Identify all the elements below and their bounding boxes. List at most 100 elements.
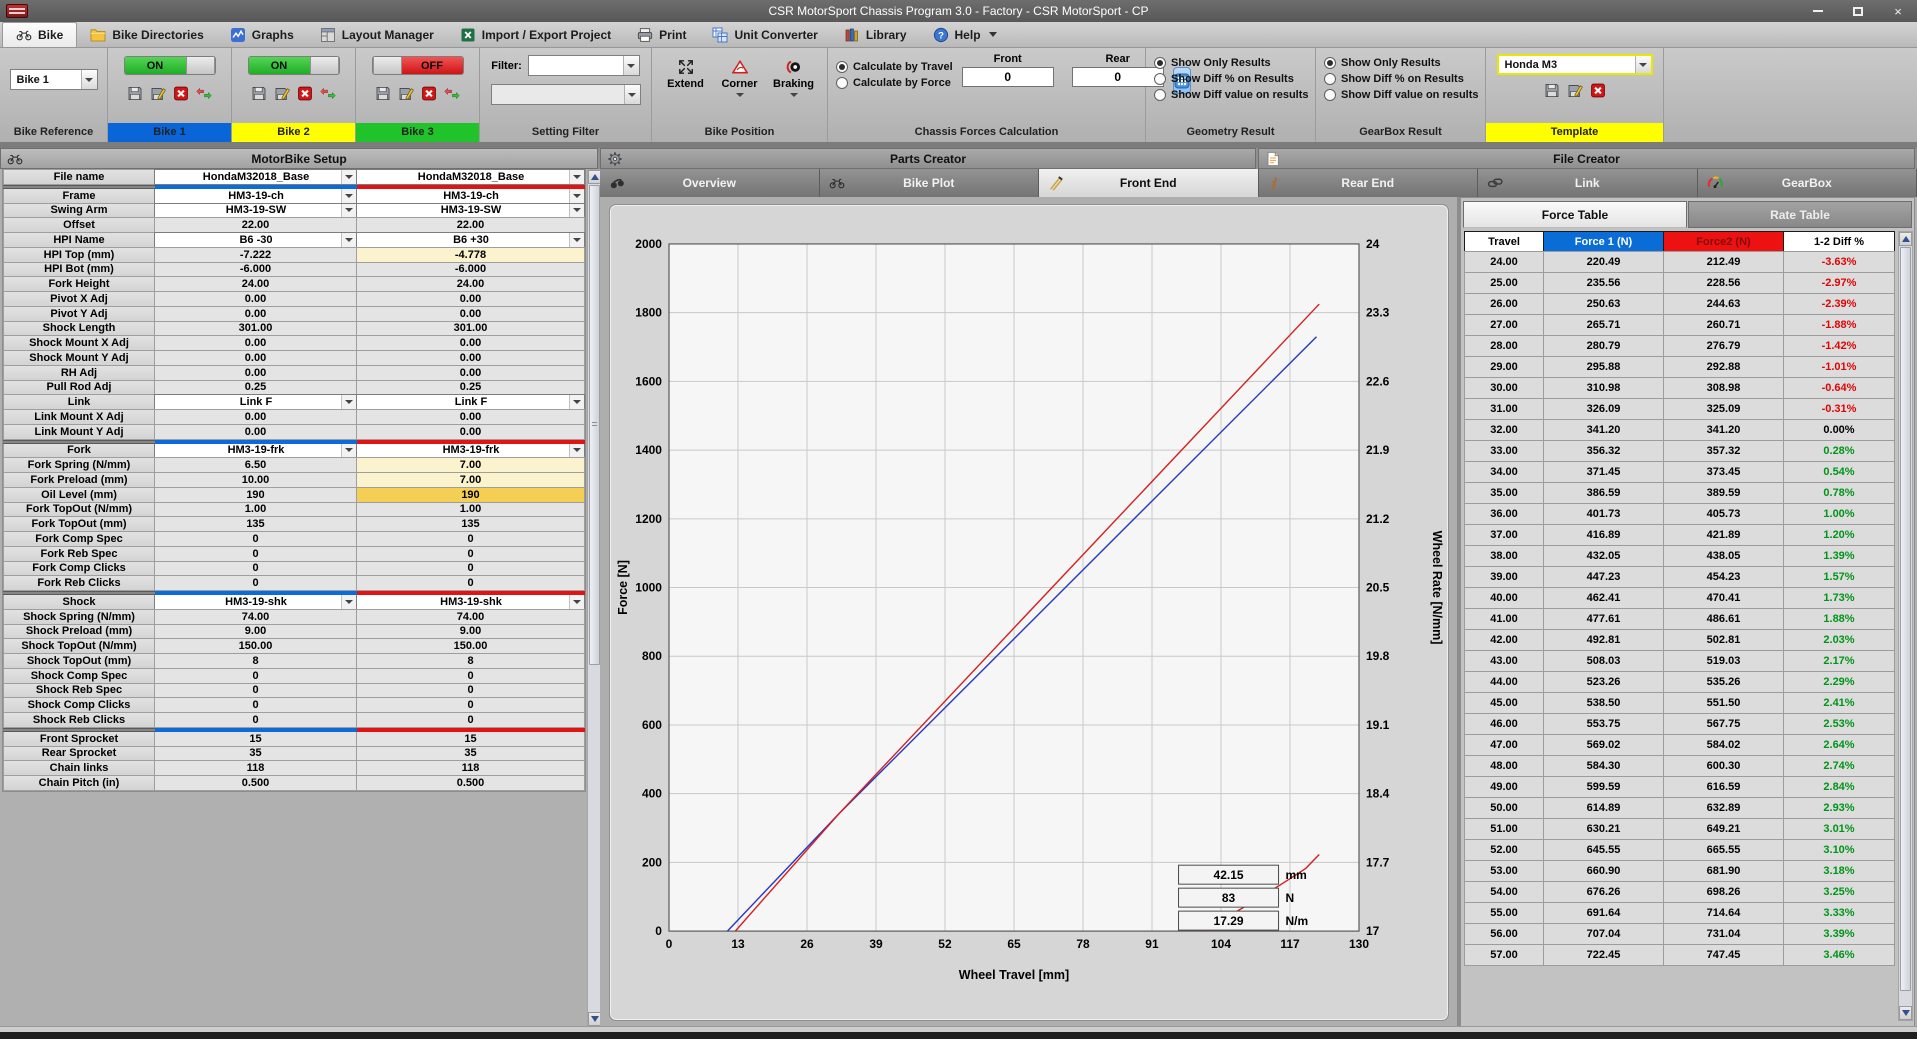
- minimize-button[interactable]: [1805, 3, 1831, 19]
- setup-value-hpi-bot-mm-bike1[interactable]: -6.000: [154, 262, 357, 278]
- setup-value-fork-preload-mm-bike1[interactable]: 10.00: [154, 472, 357, 488]
- setup-value-shock-topout-n-mm-bike2[interactable]: 150.00: [356, 638, 585, 654]
- setup-dropdown-frame-bike2[interactable]: HM3-19-ch: [356, 188, 585, 204]
- setup-value-shock-comp-spec-bike1[interactable]: 0: [154, 668, 357, 684]
- setup-value-hpi-bot-mm-bike2[interactable]: -6.000: [356, 262, 585, 278]
- setup-value-offset-bike2[interactable]: 22.00: [356, 217, 585, 233]
- setup-value-pull-rod-adj-bike1[interactable]: 0.25: [154, 380, 357, 396]
- main-tab-file-creator[interactable]: File Creator: [1258, 148, 1915, 169]
- setup-value-rear-sprocket-bike2[interactable]: 35: [356, 746, 585, 762]
- setup-value-shock-reb-spec-bike2[interactable]: 0: [356, 683, 585, 699]
- view-tab-rear-end[interactable]: Rear End: [1259, 169, 1479, 197]
- scroll-down-icon[interactable]: [1899, 1006, 1912, 1020]
- setup-value-shock-reb-spec-bike1[interactable]: 0: [154, 683, 357, 699]
- setup-value-fork-preload-mm-bike2[interactable]: 7.00: [356, 472, 585, 488]
- setup-dropdown-frame-bike1[interactable]: HM3-19-ch: [154, 188, 357, 204]
- filter-select[interactable]: [528, 55, 640, 76]
- setup-value-shock-mount-x-adj-bike1[interactable]: 0.00: [154, 335, 357, 351]
- setup-value-oil-level-mm-bike1[interactable]: 190: [154, 487, 357, 503]
- setup-value-chain-pitch-in-bike2[interactable]: 0.500: [356, 775, 585, 791]
- setup-dropdown-swing-arm-bike1[interactable]: HM3-19-SW: [154, 203, 357, 219]
- chassis-radio-calculate-by-travel[interactable]: Calculate by Travel: [836, 61, 953, 73]
- maximize-button[interactable]: [1845, 3, 1871, 19]
- setup-value-fork-reb-clicks-bike1[interactable]: 0: [154, 575, 357, 591]
- delete-bike-1-button[interactable]: [173, 85, 189, 107]
- edit-template-button[interactable]: [1567, 82, 1583, 104]
- column-header-1-2-diff[interactable]: 1-2 Diff %: [1783, 231, 1895, 252]
- setup-value-fork-height-bike1[interactable]: 24.00: [154, 276, 357, 292]
- scrollbar-thumb[interactable]: [1900, 247, 1911, 991]
- setup-dropdown-file-name-bike1[interactable]: HondaM32018_Base: [154, 169, 357, 185]
- extend-button[interactable]: Extend: [659, 59, 713, 97]
- setup-dropdown-fork-bike1[interactable]: HM3-19-frk: [154, 443, 357, 459]
- gearbox-radio-show-diff-value-on-results[interactable]: Show Diff value on results: [1324, 89, 1479, 101]
- braking-button[interactable]: Braking: [767, 59, 821, 97]
- setup-value-shock-mount-x-adj-bike2[interactable]: 0.00: [356, 335, 585, 351]
- scrollbar-thumb[interactable]: [589, 185, 600, 665]
- edit-bike-1-button[interactable]: [150, 85, 166, 107]
- setup-dropdown-fork-bike2[interactable]: HM3-19-frk: [356, 443, 585, 459]
- setup-value-pull-rod-adj-bike2[interactable]: 0.25: [356, 380, 585, 396]
- setup-value-fork-topout-n-mm-bike1[interactable]: 1.00: [154, 502, 357, 518]
- setup-value-shock-preload-mm-bike2[interactable]: 9.00: [356, 624, 585, 640]
- setup-value-link-mount-y-adj-bike1[interactable]: 0.00: [154, 424, 357, 440]
- setup-value-front-sprocket-bike2[interactable]: 15: [356, 731, 585, 747]
- swap-bike-3-button[interactable]: [444, 85, 460, 107]
- setup-value-shock-topout-n-mm-bike1[interactable]: 150.00: [154, 638, 357, 654]
- menu-tab-library[interactable]: Library: [831, 22, 920, 47]
- swap-bike-2-button[interactable]: [320, 85, 336, 107]
- swap-bike-1-button[interactable]: [196, 85, 212, 107]
- bike-2-toggle[interactable]: ON: [248, 56, 340, 75]
- geometry-radio-show-diff-on-results[interactable]: Show Diff % on Results: [1154, 73, 1294, 85]
- menu-tab-layout-manager[interactable]: Layout Manager: [307, 22, 447, 47]
- menu-tab-unit-converter[interactable]: Unit Converter: [699, 22, 830, 47]
- filter-select-2[interactable]: [491, 84, 641, 105]
- setup-value-fork-comp-clicks-bike1[interactable]: 0: [154, 561, 357, 577]
- setup-value-fork-spring-n-mm-bike1[interactable]: 6.50: [154, 457, 357, 473]
- force-table-scrollbar[interactable]: [1898, 231, 1913, 1021]
- main-tab-parts-creator[interactable]: Parts Creator: [600, 148, 1256, 169]
- table-tab-rate-table[interactable]: Rate Table: [1688, 201, 1912, 228]
- setup-value-shock-length-bike1[interactable]: 301.00: [154, 321, 357, 337]
- menu-tab-help[interactable]: ?Help: [920, 22, 1010, 47]
- setup-value-link-mount-x-adj-bike2[interactable]: 0.00: [356, 409, 585, 425]
- setup-dropdown-file-name-bike2[interactable]: HondaM32018_Base: [356, 169, 585, 185]
- corner-button[interactable]: Corner: [713, 59, 767, 97]
- setup-value-shock-length-bike2[interactable]: 301.00: [356, 321, 585, 337]
- setup-value-shock-mount-y-adj-bike1[interactable]: 0.00: [154, 350, 357, 366]
- view-tab-front-end[interactable]: Front End: [1039, 169, 1259, 197]
- menu-tab-bike[interactable]: Bike: [2, 22, 77, 47]
- delete-template-button[interactable]: [1590, 82, 1606, 104]
- setup-value-shock-spring-n-mm-bike2[interactable]: 74.00: [356, 609, 585, 625]
- setup-dropdown-shock-bike1[interactable]: HM3-19-shk: [154, 594, 357, 610]
- setup-value-offset-bike1[interactable]: 22.00: [154, 217, 357, 233]
- setup-value-rh-adj-bike1[interactable]: 0.00: [154, 365, 357, 381]
- setup-value-chain-pitch-in-bike1[interactable]: 0.500: [154, 775, 357, 791]
- template-select[interactable]: Honda M3: [1497, 54, 1653, 75]
- setup-value-fork-spring-n-mm-bike2[interactable]: 7.00: [356, 457, 585, 473]
- chassis-radio-calculate-by-force[interactable]: Calculate by Force: [836, 77, 951, 89]
- menu-tab-bike-directories[interactable]: Bike Directories: [77, 22, 216, 47]
- setup-value-chain-links-bike1[interactable]: 118: [154, 760, 357, 776]
- setup-value-pivot-x-adj-bike2[interactable]: 0.00: [356, 291, 585, 307]
- setup-value-shock-comp-clicks-bike2[interactable]: 0: [356, 697, 585, 713]
- setup-dropdown-swing-arm-bike2[interactable]: HM3-19-SW: [356, 203, 585, 219]
- setup-value-fork-height-bike2[interactable]: 24.00: [356, 276, 585, 292]
- setup-value-fork-topout-mm-bike2[interactable]: 135: [356, 516, 585, 532]
- column-header-travel[interactable]: Travel: [1464, 231, 1544, 252]
- menu-tab-graphs[interactable]: Graphs: [217, 22, 307, 47]
- setup-value-front-sprocket-bike1[interactable]: 15: [154, 731, 357, 747]
- setup-value-pivot-y-adj-bike1[interactable]: 0.00: [154, 306, 357, 322]
- setup-dropdown-shock-bike2[interactable]: HM3-19-shk: [356, 594, 585, 610]
- setup-value-shock-reb-clicks-bike2[interactable]: 0: [356, 712, 585, 728]
- view-tab-gearbox[interactable]: GearBox: [1698, 169, 1917, 197]
- column-header-force2-n[interactable]: Force2 (N): [1663, 231, 1784, 252]
- setup-value-rear-sprocket-bike1[interactable]: 35: [154, 746, 357, 762]
- setup-value-chain-links-bike2[interactable]: 118: [356, 760, 585, 776]
- setup-value-rh-adj-bike2[interactable]: 0.00: [356, 365, 585, 381]
- setup-value-hpi-top-mm-bike1[interactable]: -7.222: [154, 247, 357, 263]
- table-tab-force-table[interactable]: Force Table: [1463, 201, 1687, 228]
- scroll-up-icon[interactable]: [1899, 232, 1912, 246]
- view-tab-overview[interactable]: Overview: [600, 169, 820, 197]
- setup-value-fork-comp-clicks-bike2[interactable]: 0: [356, 561, 585, 577]
